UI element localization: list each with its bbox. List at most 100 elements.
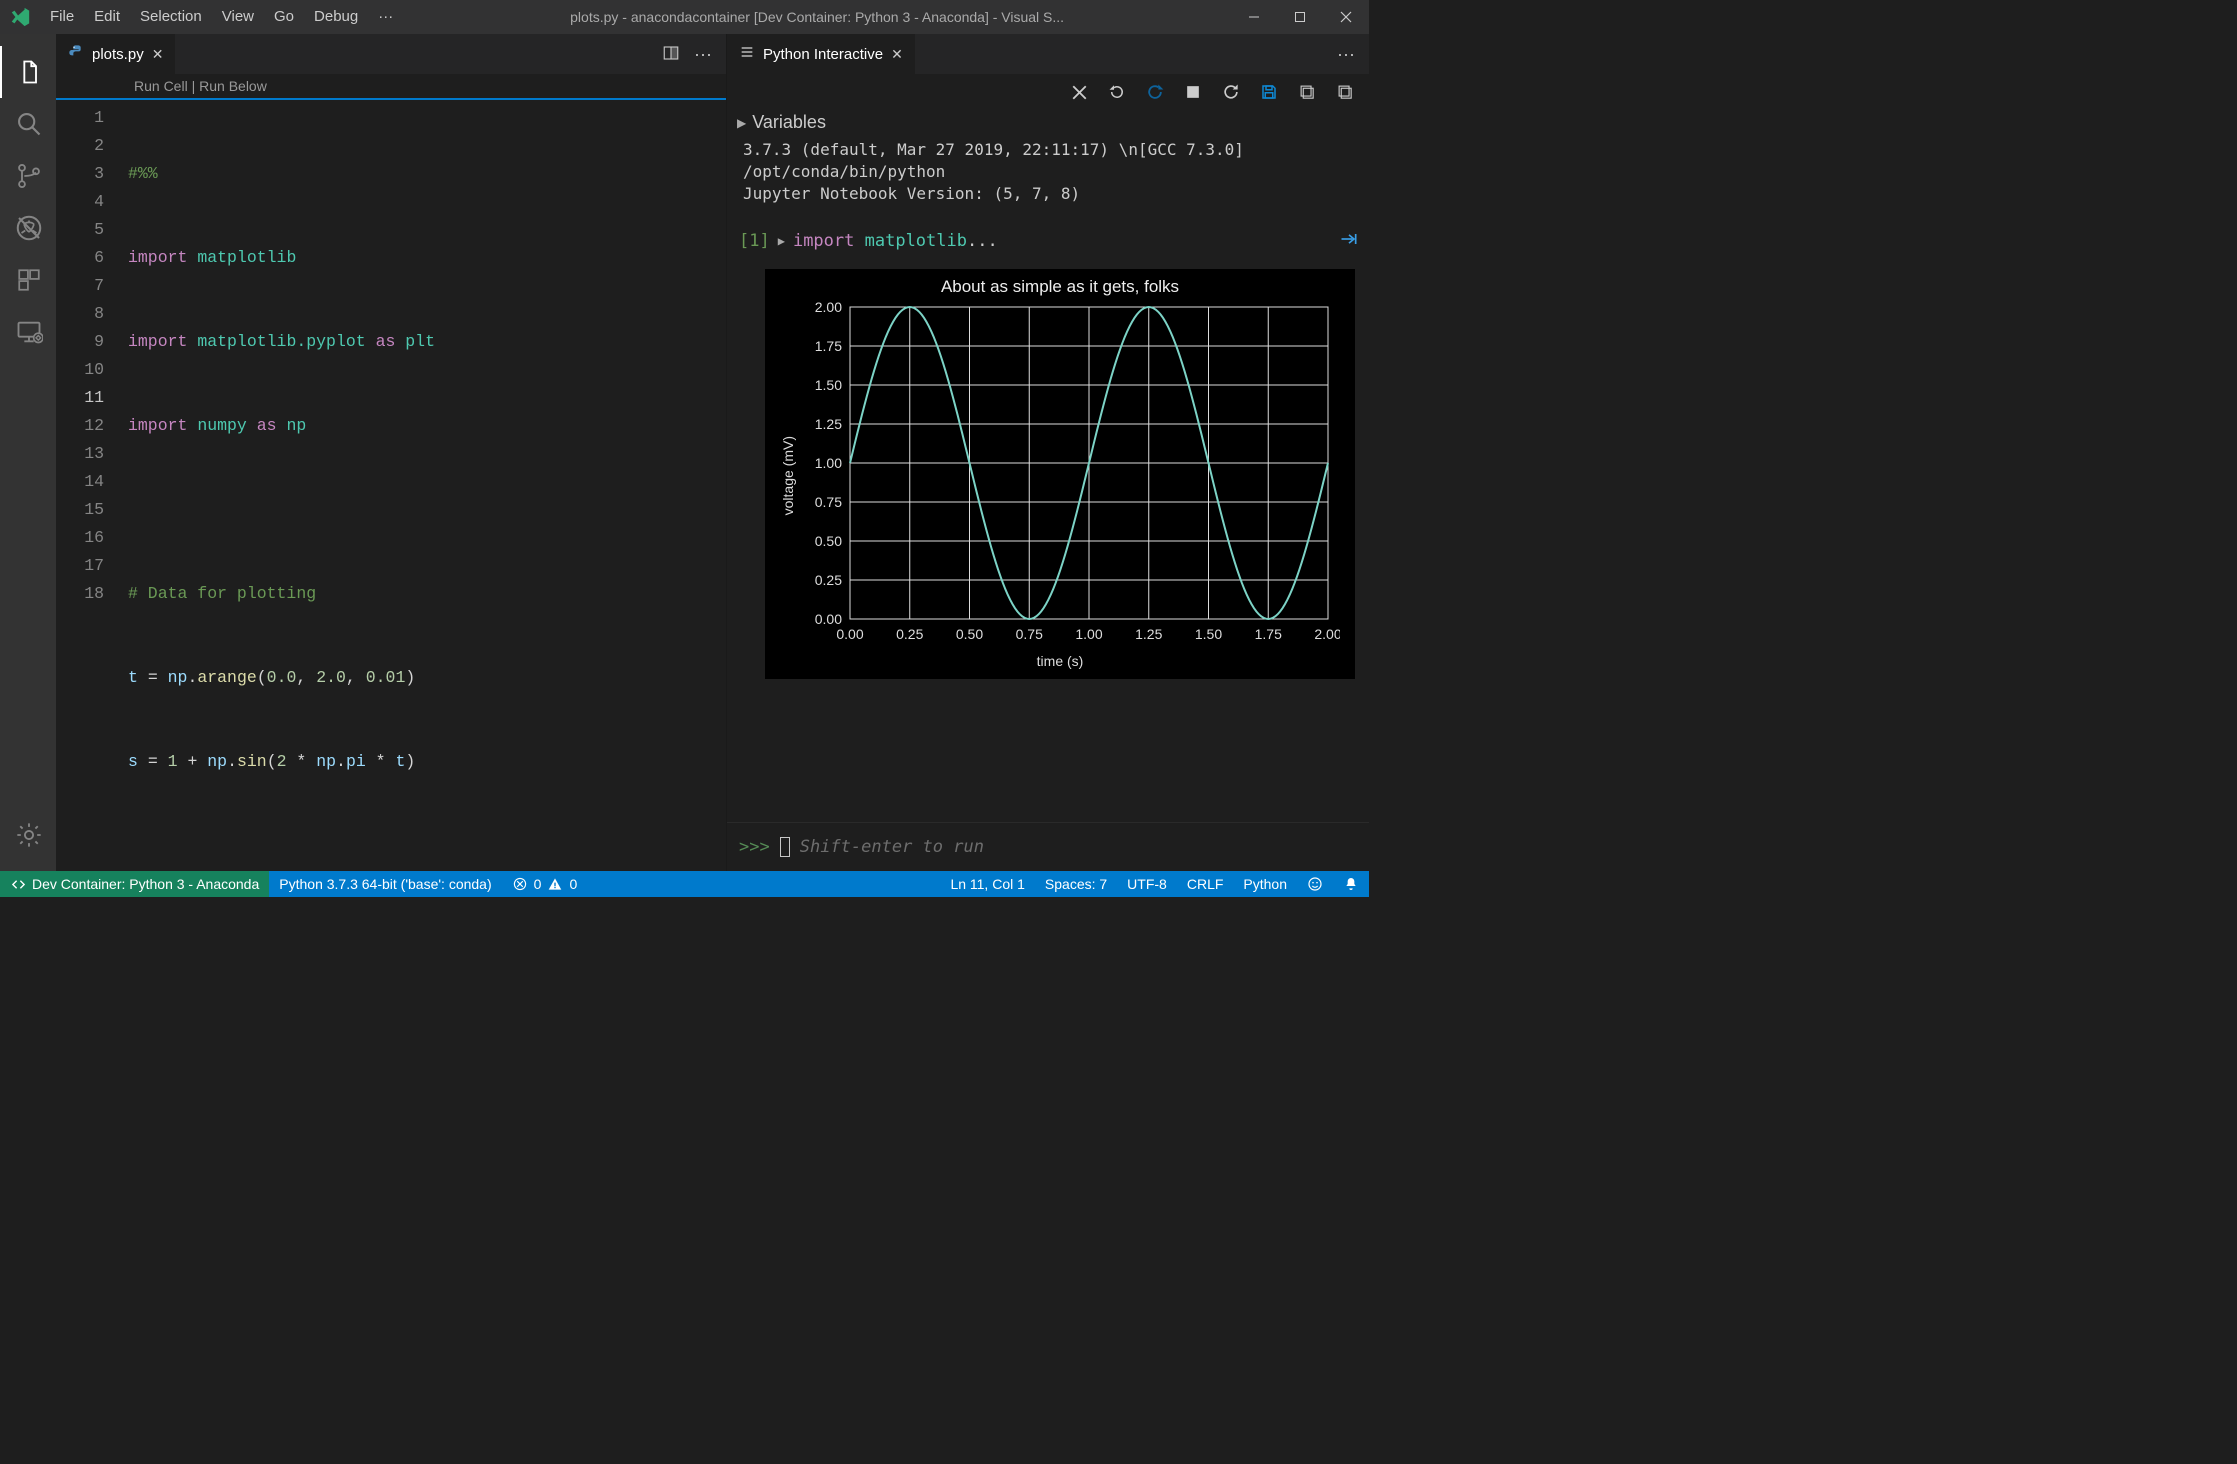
svg-text:0.25: 0.25 (815, 572, 842, 588)
undo-icon[interactable] (1145, 82, 1165, 102)
collapse-icon[interactable] (1335, 82, 1355, 102)
explorer-icon[interactable] (0, 46, 56, 98)
svg-text:1.75: 1.75 (1255, 626, 1282, 642)
kernel-info: 3.7.3 (default, Mar 27 2019, 22:11:17) \… (727, 139, 1369, 223)
menu-selection[interactable]: Selection (130, 0, 212, 34)
status-lang[interactable]: Python (1233, 876, 1297, 892)
svg-text:1.00: 1.00 (815, 455, 842, 471)
svg-text:0.75: 0.75 (1016, 626, 1043, 642)
cell-header[interactable]: [1] ▶ import matplotlib... (727, 223, 1369, 259)
chart-xlabel: time (s) (1037, 653, 1084, 669)
remote-explorer-icon[interactable] (0, 306, 56, 358)
svg-text:1.25: 1.25 (1135, 626, 1162, 642)
svg-text:1.50: 1.50 (815, 377, 842, 393)
repl-placeholder: Shift-enter to run (800, 837, 984, 857)
interactive-tabs: Python Interactive ✕ ··· (727, 34, 1369, 74)
svg-text:2.00: 2.00 (1314, 626, 1340, 642)
interrupt-icon[interactable] (1183, 82, 1203, 102)
svg-text:0.00: 0.00 (815, 611, 842, 627)
interactive-tab-label: Python Interactive (763, 46, 883, 63)
status-spaces[interactable]: Spaces: 7 (1035, 876, 1117, 892)
svg-text:1.75: 1.75 (815, 338, 842, 354)
codelens-row: Run Cell | Run Below (56, 74, 726, 100)
warning-icon (547, 876, 563, 892)
variables-section-header[interactable]: ▶ Variables (727, 108, 1369, 139)
status-eol[interactable]: CRLF (1177, 876, 1234, 892)
interactive-tab[interactable]: Python Interactive ✕ (727, 34, 916, 74)
status-feedback-icon[interactable] (1297, 876, 1333, 892)
svg-text:1.00: 1.00 (1075, 626, 1102, 642)
interactive-toolbar (727, 74, 1369, 108)
run-below-link[interactable]: Run Below (199, 78, 267, 94)
menu-file[interactable]: File (40, 0, 84, 34)
svg-text:0.50: 0.50 (815, 533, 842, 549)
run-cell-link[interactable]: Run Cell (134, 78, 188, 94)
editor-tabs: plots.py ✕ ··· (56, 34, 726, 74)
save-icon[interactable] (1259, 82, 1279, 102)
status-bar: Dev Container: Python 3 - Anaconda Pytho… (0, 871, 1369, 897)
python-file-icon (68, 44, 84, 64)
status-notifications-icon[interactable] (1333, 876, 1369, 892)
cancel-icon[interactable] (1069, 82, 1089, 102)
editor-tab-label: plots.py (92, 46, 144, 63)
chart-ylabel: voltage (mV) (780, 436, 796, 515)
status-remote[interactable]: Dev Container: Python 3 - Anaconda (0, 871, 269, 897)
repl-prompt: >>> (739, 837, 770, 857)
menu-debug[interactable]: Debug (304, 0, 368, 34)
code-content[interactable]: #%% import matplotlib import matplotlib.… (122, 100, 726, 871)
menu-go[interactable]: Go (264, 0, 304, 34)
remote-icon (10, 876, 26, 892)
more-actions-icon[interactable]: ··· (1337, 44, 1355, 65)
menu-edit[interactable]: Edit (84, 0, 130, 34)
menu-more[interactable]: ··· (368, 0, 403, 34)
chevron-right-icon: ▶ (737, 116, 746, 130)
restart-icon[interactable] (1221, 82, 1241, 102)
expand-icon[interactable] (1297, 82, 1317, 102)
status-cursor[interactable]: Ln 11, Col 1 (940, 876, 1034, 892)
cell-prompt: [1] (739, 231, 770, 251)
split-editor-icon[interactable] (662, 44, 680, 65)
activity-bar (0, 34, 56, 871)
maximize-button[interactable] (1277, 0, 1323, 34)
window-controls (1231, 0, 1369, 34)
close-icon[interactable]: ✕ (152, 46, 164, 63)
goto-cell-icon[interactable] (1339, 229, 1359, 254)
svg-text:0.25: 0.25 (896, 626, 923, 642)
svg-text:0.00: 0.00 (836, 626, 863, 642)
status-python[interactable]: Python 3.7.3 64-bit ('base': conda) (269, 871, 501, 897)
settings-gear-icon[interactable] (0, 809, 56, 861)
svg-text:0.75: 0.75 (815, 494, 842, 510)
interactive-tab-icon (739, 44, 755, 64)
debug-icon[interactable] (0, 202, 56, 254)
repl-cursor (780, 837, 790, 857)
search-icon[interactable] (0, 98, 56, 150)
status-problems[interactable]: 0 0 (502, 871, 588, 897)
close-icon[interactable]: ✕ (891, 46, 903, 63)
python-interactive-pane: Python Interactive ✕ ··· ▶ Variables 3.7… (726, 34, 1369, 871)
main-split: plots.py ✕ ··· Run Cell | Run Below 1234… (56, 34, 1369, 871)
error-icon (512, 876, 528, 892)
window-title: plots.py - anacondacontainer [Dev Contai… (403, 9, 1231, 25)
menu-view[interactable]: View (212, 0, 264, 34)
status-encoding[interactable]: UTF-8 (1117, 876, 1177, 892)
close-button[interactable] (1323, 0, 1369, 34)
editor-tab-plots[interactable]: plots.py ✕ (56, 34, 176, 74)
svg-text:1.25: 1.25 (815, 416, 842, 432)
cell-code-preview: import matplotlib... (793, 231, 998, 251)
chart-card: About as simple as it gets, folks voltag… (765, 269, 1355, 679)
chart-output: About as simple as it gets, folks voltag… (727, 259, 1369, 691)
chart-svg: 0.00 0.25 0.50 0.75 1.00 1.25 1.50 1.75 2.00 0.00… (800, 301, 1340, 651)
chart-title: About as simple as it gets, folks (941, 277, 1179, 297)
more-actions-icon[interactable]: ··· (694, 44, 712, 65)
redo-icon[interactable] (1107, 82, 1127, 102)
line-number-gutter: 123456789101112131415161718 (56, 100, 122, 871)
menu-bar: File Edit Selection View Go Debug ··· (40, 0, 403, 34)
vscode-logo-icon (0, 6, 40, 28)
minimize-button[interactable] (1231, 0, 1277, 34)
source-control-icon[interactable] (0, 150, 56, 202)
repl-input-row[interactable]: >>> Shift-enter to run (727, 822, 1369, 871)
variables-label: Variables (752, 112, 826, 133)
chevron-right-icon: ▶ (778, 234, 785, 248)
code-editor[interactable]: 123456789101112131415161718 #%% import m… (56, 100, 726, 871)
extensions-icon[interactable] (0, 254, 56, 306)
